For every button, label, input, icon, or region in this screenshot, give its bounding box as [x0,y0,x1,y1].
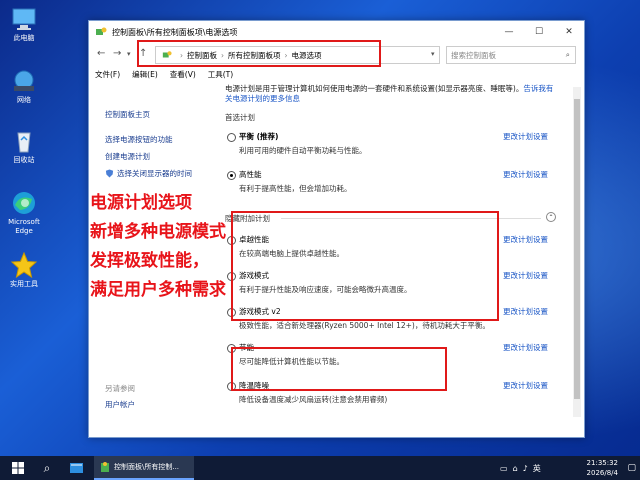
plan-radio-selected[interactable] [227,171,236,180]
sidebar-item-label: 创建电源计划 [105,152,150,161]
sidebar-item-power-button[interactable]: 选择电源按钮的功能 [105,134,225,145]
search-placeholder: 搜索控制面板 [451,50,496,60]
plan-desc: 降低设备温度减少风扇运转(注意会禁用睿频) [239,395,388,404]
recycle-bin-icon [17,132,31,153]
desktop-icon-this-pc[interactable]: 此电脑 [4,6,44,43]
star-icon [10,252,38,278]
task-view-button[interactable] [64,456,88,480]
menu-edit[interactable]: 编辑(E) [132,69,158,80]
clock-time: 21:35:32 [586,459,618,467]
caption-line: 新增多种电源模式 [90,222,226,242]
intro-text: 电源计划是用于管理计算机如何使用电源的一套硬件和系统设置(如显示器亮度、睡眠等)… [225,84,555,104]
caption-line: 电源计划选项 [90,193,192,213]
network-icon[interactable]: ⌂ [513,464,518,473]
vertical-scrollbar[interactable] [573,87,581,417]
shield-icon [105,169,114,178]
taskbar: ⌕ 控制面板\所有控制... ▭ ⌂ ♪ 英 21:35:32 2026/8/4… [0,456,640,480]
change-plan-settings-link[interactable]: 更改计划设置 [503,234,548,245]
sidebar-item-home[interactable]: 控制面板主页 [105,109,225,120]
search-icon: ⌕ [565,50,570,59]
tray-icons[interactable]: ▭ ⌂ ♪ 英 [500,456,541,480]
menu-view[interactable]: 查看(V) [170,69,196,80]
caption-line: 满足用户多种需求 [90,280,226,300]
plan-desc: 极致性能，适合新处理器(Ryzen 5000+ Intel 12+)，待机功耗大… [239,321,490,330]
plan-desc: 利用可用的硬件自动平衡功耗与性能。 [239,146,367,155]
desktop-icon-utilities[interactable]: 实用工具 [4,252,44,289]
change-plan-settings-link[interactable]: 更改计划设置 [503,169,548,180]
taskbar-app-control-panel[interactable]: 控制面板\所有控制... [94,456,194,480]
desktop-icon-label: 实用工具 [10,280,38,288]
power-options-icon [101,462,109,472]
change-plan-settings-link[interactable]: 更改计划设置 [503,342,548,353]
sidebar-item-label: 控制面板主页 [105,110,150,119]
menu-tools[interactable]: 工具(T) [208,69,233,80]
highlight-box [137,40,381,67]
taskbar-app-label: 控制面板\所有控制... [114,463,180,471]
plan-balanced[interactable]: 平衡 (推荐) 利用可用的硬件自动平衡功耗与性能。 更改计划设置 [225,131,565,161]
minimize-button[interactable]: — [494,21,524,43]
power-options-icon [96,27,107,35]
plan-desc: 有利于提高性能，但会增加功耗。 [239,184,352,193]
desktop-icon-network[interactable]: 网络 [4,68,44,105]
network-icon [14,70,34,91]
scrollbar-thumb[interactable] [574,99,580,399]
volume-icon[interactable]: ♪ [523,464,528,473]
menu-file[interactable]: 文件(F) [95,69,120,80]
plan-radio[interactable] [227,133,236,142]
change-plan-settings-link[interactable]: 更改计划设置 [503,306,548,317]
highlight-box [231,211,499,321]
edge-browser-icon [13,192,35,214]
clock-date: 2026/8/4 [586,469,618,477]
back-arrow-icon[interactable]: ← [97,48,105,59]
window-title: 控制面板\所有控制面板项\电源选项 [112,27,238,37]
learn-more-link-part1[interactable]: 告诉我有 [523,84,553,93]
notification-icon[interactable]: ▢ [627,456,636,480]
change-plan-settings-link[interactable]: 更改计划设置 [503,131,548,142]
menu-bar: 文件(F) 编辑(E) 查看(V) 工具(T) [95,69,233,80]
system-clock[interactable]: 21:35:32 2026/8/4 [587,458,618,478]
sidebar-item-display-off[interactable]: 选择关闭显示器的时间 [105,168,225,179]
search-icon[interactable]: ⌕ [36,456,58,480]
change-plan-settings-link[interactable]: 更改计划设置 [503,380,548,391]
desktop-icon-recycle-bin[interactable]: 回收站 [4,128,44,165]
windows-logo-icon [12,462,24,474]
close-button[interactable]: ✕ [554,21,584,43]
see-also-heading: 另请参阅 [105,384,135,393]
desktop-icon-label: 回收站 [13,156,35,164]
change-plan-settings-link[interactable]: 更改计划设置 [503,270,548,281]
intro-paragraph: 电源计划是用于管理计算机如何使用电源的一套硬件和系统设置(如显示器亮度、睡眠等)… [225,84,524,93]
sidebar-item-create-plan[interactable]: 创建电源计划 [105,151,225,162]
promo-caption: 电源计划选项 新增多种电源模式 发挥极致性能， 满足用户多种需求 [90,192,226,302]
search-input[interactable]: 搜索控制面板 ⌕ [446,46,576,64]
preferred-plans-heading: 首选计划 [225,113,255,122]
collapse-icon[interactable]: ⌃ [546,212,556,222]
caption-line: 发挥极致性能， [90,251,209,271]
usb-icon[interactable]: ▭ [500,464,508,473]
start-button[interactable] [6,456,30,480]
forward-arrow-icon[interactable]: → [113,48,121,59]
desktop-icon-label: 此电脑 [13,34,35,42]
learn-more-link[interactable]: 关电源计划的更多信息 [225,94,300,103]
ime-indicator[interactable]: 英 [533,463,541,474]
computer-icon [12,8,36,30]
recent-dropdown-icon[interactable]: ▾ [127,50,131,58]
address-dropdown-icon[interactable]: ▾ [431,50,435,58]
desktop-icon-label: Microsoft Edge [8,218,40,235]
sidebar-item-user-accounts[interactable]: 用户帐户 [105,399,135,410]
desktop-icon-edge[interactable]: Microsoft Edge [4,190,44,236]
plan-high-performance[interactable]: 高性能 有利于提高性能，但会增加功耗。 更改计划设置 [225,169,565,199]
maximize-button[interactable]: ☐ [524,21,554,43]
task-view-icon [69,463,83,473]
sidebar-item-label: 选择关闭显示器的时间 [117,169,192,178]
sidebar: 控制面板主页 选择电源按钮的功能 创建电源计划 选择关闭显示器的时间 另请参阅 … [105,109,225,409]
sidebar-item-label: 选择电源按钮的功能 [105,135,173,144]
desktop-icon-label: 网络 [17,96,31,104]
highlight-box [231,347,447,391]
